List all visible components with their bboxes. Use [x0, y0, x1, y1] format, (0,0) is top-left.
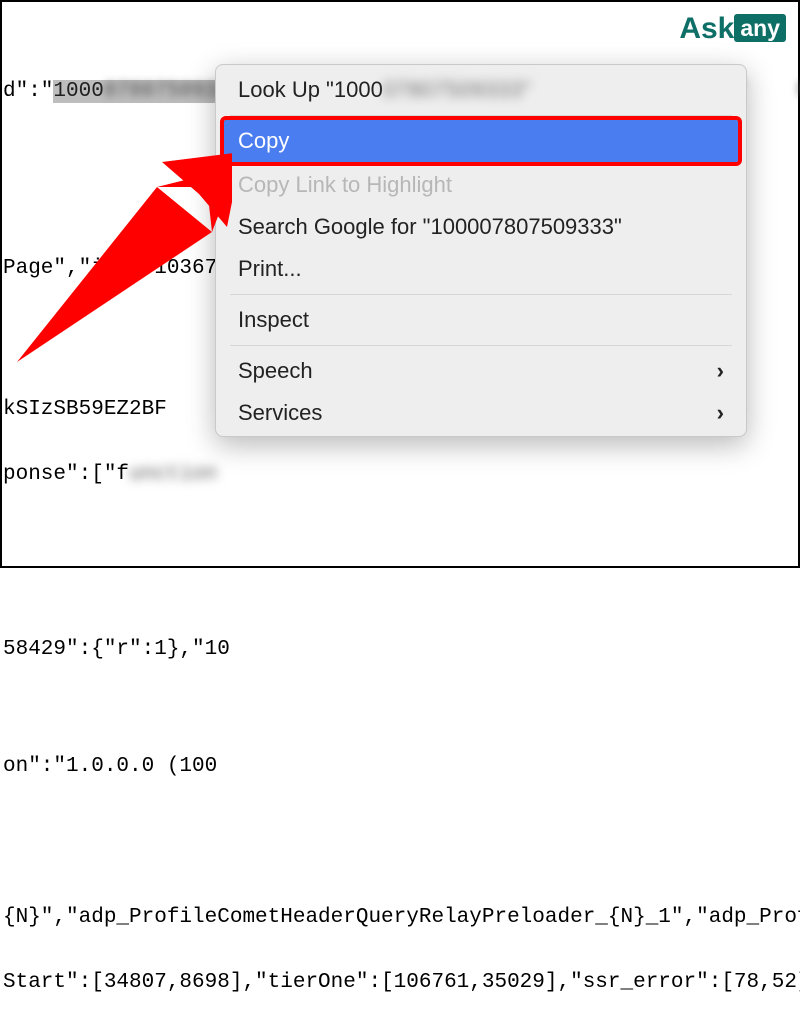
- code-line-7: {N}","adp_ProfileCometHeaderQueryRelayPr…: [2, 907, 798, 932]
- menu-separator: [230, 345, 732, 346]
- code-line-4: ponse":["function lengt: [2, 464, 798, 489]
- menu-services[interactable]: Services ›: [216, 392, 746, 434]
- chevron-right-icon: ›: [717, 358, 724, 384]
- code-line-5: 58429":{"r":1},"10 8":{": [2, 639, 798, 664]
- menu-print[interactable]: Print...: [216, 248, 746, 290]
- chevron-right-icon: ›: [717, 400, 724, 426]
- askany-watermark: Askany: [679, 12, 786, 46]
- menu-look-up[interactable]: Look Up "100007807509333": [216, 69, 746, 111]
- menu-copy-link-to-highlight: Copy Link to Highlight: [216, 164, 746, 206]
- menu-separator: [230, 294, 732, 295]
- menu-inspect[interactable]: Inspect: [216, 299, 746, 341]
- code-line-6: on":"1.0.0.0 (100 Strea: [2, 756, 798, 781]
- code-line-8: Start":[34807,8698],"tierOne":[106761,35…: [2, 972, 798, 997]
- menu-separator: [230, 115, 732, 116]
- menu-speech[interactable]: Speech ›: [216, 350, 746, 392]
- menu-copy[interactable]: Copy: [224, 120, 738, 162]
- context-menu: Look Up "100007807509333" Copy Copy Link…: [215, 64, 747, 437]
- menu-search-google[interactable]: Search Google for "100007807509333": [216, 206, 746, 248]
